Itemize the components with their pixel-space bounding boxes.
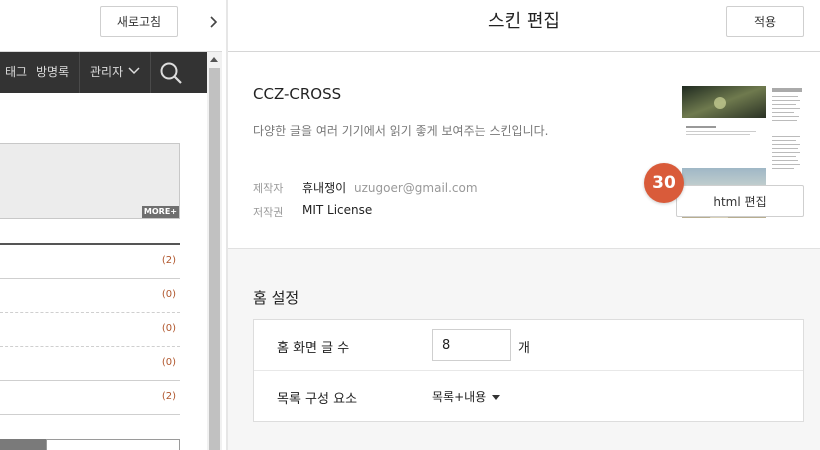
apply-button[interactable]: 적용	[726, 6, 804, 37]
skin-name: CCZ-CROSS	[253, 85, 342, 103]
preview-scrollbar[interactable]	[207, 52, 222, 450]
list-item[interactable]: (0)	[0, 313, 180, 347]
maker-label: 제작자	[253, 182, 284, 195]
post-count-unit: 개	[518, 341, 530, 356]
refresh-button[interactable]: 새로고침	[100, 6, 178, 37]
post-count-label: 홈 화면 글 수	[277, 341, 350, 356]
skin-info-card: CCZ-CROSS 다양한 글을 여러 기기에서 읽기 좋게 보여주는 스킨입니…	[228, 52, 820, 249]
skin-editor-pane: 스킨 편집 적용 CCZ-CROSS 다양한 글을 여러 기기에서 읽기 좋게 …	[228, 0, 820, 450]
list-item[interactable]: (2)	[0, 381, 180, 415]
maker-value: 휴내쟁이 uzugoer@gmail.com	[302, 179, 478, 196]
search-icon[interactable]	[159, 61, 183, 85]
step-badge: 30	[644, 163, 684, 203]
skin-description: 다양한 글을 여러 기기에서 읽기 좋게 보여주는 스킨입니다.	[253, 124, 549, 138]
list-item[interactable]: (2)	[0, 245, 180, 279]
scrollbar-thumb[interactable]	[209, 68, 220, 450]
list-item-count: (0)	[161, 323, 176, 334]
list-type-value: 목록+내용	[432, 390, 487, 404]
bottom-tabs	[0, 439, 180, 450]
editor-header: 스킨 편집 적용	[228, 0, 820, 52]
home-settings-title: 홈 설정	[253, 289, 300, 307]
list-type-label: 목록 구성 요소	[277, 392, 358, 407]
list-item-count: (0)	[161, 357, 176, 368]
post-count-input[interactable]	[432, 329, 511, 361]
preview-toolbar: 새로고침	[0, 0, 207, 52]
list-item-count: (0)	[161, 289, 176, 300]
scroll-up-arrow-icon[interactable]	[210, 57, 218, 62]
html-edit-button[interactable]: html 편집	[676, 185, 804, 217]
settings-row-post-count: 홈 화면 글 수 개	[254, 320, 803, 371]
collapse-panel-button[interactable]	[200, 0, 226, 43]
nav-guestbook[interactable]: 방명록	[36, 52, 69, 93]
list-item-count: (2)	[161, 255, 176, 266]
license-label: 저작권	[253, 206, 284, 219]
nav-tag[interactable]: 태그	[5, 52, 27, 93]
maker-email: uzugoer@gmail.com	[354, 181, 478, 195]
license-value: MIT License	[302, 203, 373, 217]
list-item[interactable]: (0)	[0, 279, 180, 313]
list-item[interactable]: (0)	[0, 347, 180, 381]
chevron-down-icon	[128, 67, 140, 75]
settings-row-list-type: 목록 구성 요소 목록+내용	[254, 371, 803, 422]
maker-name: 휴내쟁이	[302, 181, 347, 195]
nav-divider	[79, 52, 80, 93]
chevron-right-icon	[210, 15, 218, 28]
nav-admin[interactable]: 관리자	[90, 52, 123, 93]
preview-image-placeholder: MORE+	[0, 143, 180, 219]
list-item-count: (2)	[161, 391, 176, 402]
list-type-select[interactable]: 목록+내용	[432, 388, 501, 405]
blog-preview-pane: 새로고침 태그 방명록 관리자 MORE+ (2) (0) (0) (0) (2…	[0, 0, 207, 450]
caret-down-icon	[492, 395, 501, 400]
tab-inactive[interactable]	[46, 439, 180, 450]
nav-divider	[150, 52, 151, 93]
tab-active[interactable]	[0, 439, 46, 450]
home-settings-table: 홈 화면 글 수 개 목록 구성 요소 목록+내용	[253, 319, 804, 422]
more-link[interactable]: MORE+	[141, 206, 179, 218]
